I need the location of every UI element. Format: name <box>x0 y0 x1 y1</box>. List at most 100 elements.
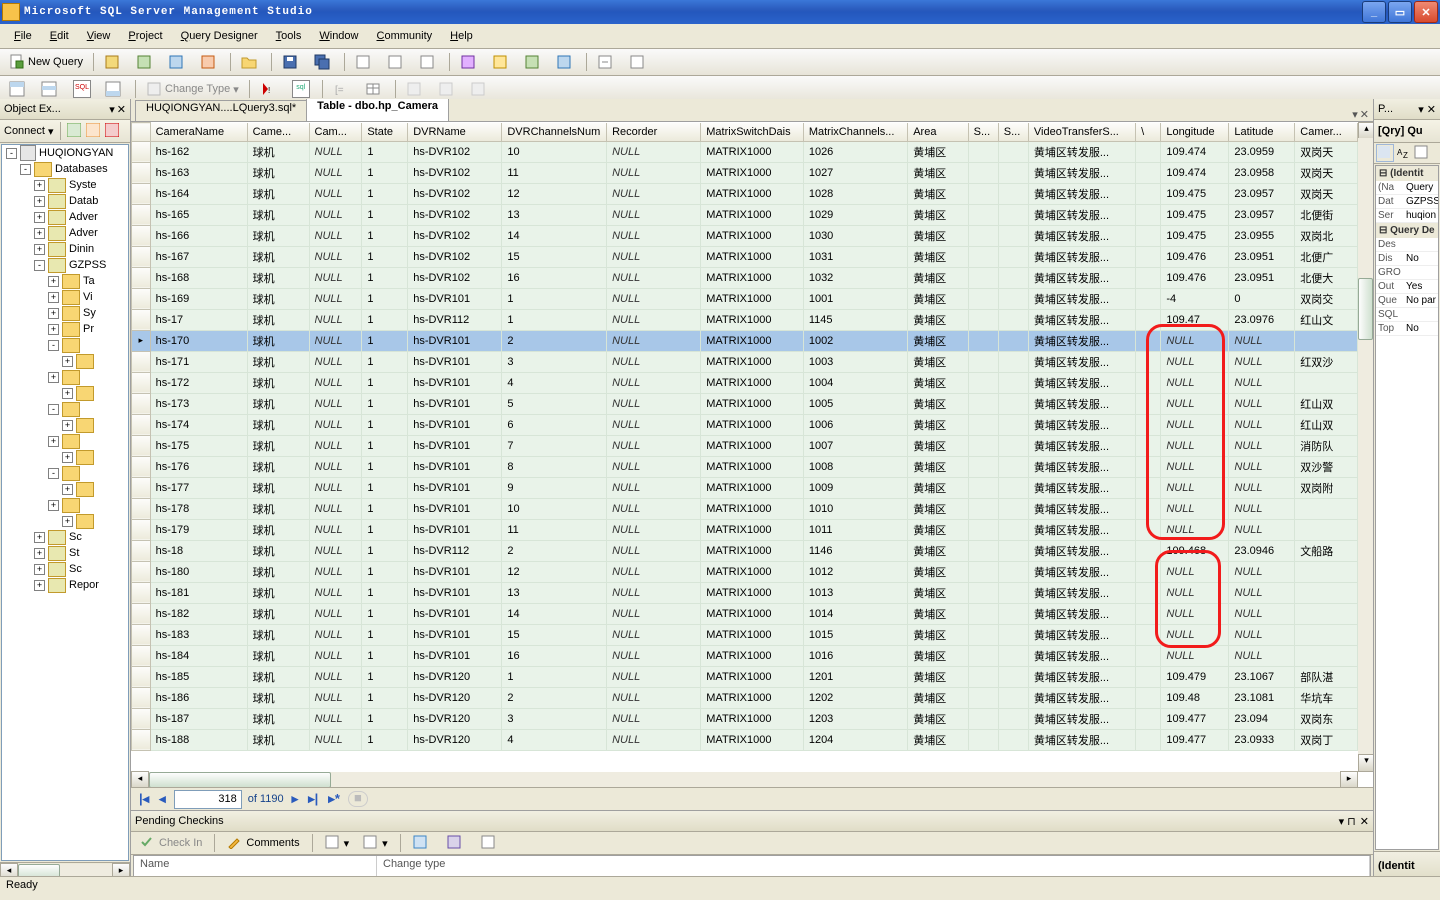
cell[interactable] <box>1136 519 1161 540</box>
expand-icon[interactable]: + <box>62 452 73 463</box>
row-header[interactable] <box>132 162 151 183</box>
cell[interactable] <box>1136 351 1161 372</box>
cell[interactable]: 2 <box>502 687 607 708</box>
tree-db-3[interactable]: +Adver <box>2 209 128 225</box>
cell[interactable]: 黄埔区 <box>908 645 968 666</box>
cell[interactable] <box>1136 561 1161 582</box>
cell[interactable]: 球机 <box>247 540 309 561</box>
cell[interactable]: hs-176 <box>150 456 247 477</box>
table-row[interactable]: hs-162球机NULL1hs-DVR10210NULLMATRIX100010… <box>132 141 1358 162</box>
table-row[interactable]: hs-183球机NULL1hs-DVR10115NULLMATRIX100010… <box>132 624 1358 645</box>
cell[interactable]: 球机 <box>247 708 309 729</box>
cell[interactable]: 球机 <box>247 456 309 477</box>
cell[interactable]: 3 <box>502 351 607 372</box>
cell[interactable]: 1 <box>362 540 408 561</box>
cell[interactable]: 消防队 <box>1295 435 1358 456</box>
cell[interactable]: hs-164 <box>150 183 247 204</box>
cell[interactable]: NULL <box>309 183 362 204</box>
cell[interactable]: 黄埔区 <box>908 519 968 540</box>
cell[interactable] <box>968 582 998 603</box>
row-header[interactable] <box>132 372 151 393</box>
cell[interactable]: 1 <box>362 414 408 435</box>
prop-category[interactable]: ⊟ Query De <box>1376 223 1438 238</box>
hscroll-thumb[interactable] <box>149 772 331 788</box>
cell[interactable] <box>998 624 1028 645</box>
table-row[interactable]: hs-169球机NULL1hs-DVR1011NULLMATRIX1000100… <box>132 288 1358 309</box>
cell[interactable] <box>1136 666 1161 687</box>
cell[interactable]: NULL <box>309 204 362 225</box>
cell[interactable]: 0 <box>1229 288 1295 309</box>
tree-databases[interactable]: -Databases <box>2 161 128 177</box>
column-header[interactable]: CameraName <box>150 123 247 142</box>
cell[interactable]: 球机 <box>247 393 309 414</box>
column-header[interactable]: S... <box>968 123 998 142</box>
cell[interactable]: hs-DVR112 <box>408 540 502 561</box>
tree-item-11[interactable]: +Sc <box>2 529 128 545</box>
cell[interactable]: 黄埔区转发服... <box>1028 246 1135 267</box>
expand-icon[interactable]: + <box>34 180 45 191</box>
table-row[interactable]: hs-177球机NULL1hs-DVR1019NULLMATRIX1000100… <box>132 477 1358 498</box>
cell[interactable] <box>968 477 998 498</box>
column-header[interactable]: Cam... <box>309 123 362 142</box>
cell[interactable]: 1 <box>362 162 408 183</box>
cell[interactable]: hs-DVR102 <box>408 183 502 204</box>
cell[interactable] <box>968 141 998 162</box>
cell[interactable]: NULL <box>309 645 362 666</box>
cell[interactable]: 1 <box>362 729 408 750</box>
cell[interactable]: NULL <box>607 372 701 393</box>
tb-btn-f[interactable] <box>519 50 549 74</box>
cell[interactable]: NULL <box>607 624 701 645</box>
cell[interactable] <box>968 687 998 708</box>
maximize-button[interactable]: ▭ <box>1388 1 1412 23</box>
cell[interactable]: 黄埔区 <box>908 540 968 561</box>
tab-close-icon[interactable]: ✕ <box>1360 108 1369 121</box>
cell[interactable]: NULL <box>1229 603 1295 624</box>
document-tab[interactable]: HUQIONGYAN....LQuery3.sql* <box>135 100 307 121</box>
cell[interactable]: NULL <box>607 141 701 162</box>
prop-row[interactable]: DisNo <box>1376 252 1438 266</box>
cell[interactable] <box>998 519 1028 540</box>
cell[interactable]: hs-180 <box>150 561 247 582</box>
cell[interactable]: 黄埔区转发服... <box>1028 351 1135 372</box>
row-header[interactable] <box>132 225 151 246</box>
row-header[interactable] <box>132 456 151 477</box>
cell[interactable] <box>1136 372 1161 393</box>
cell[interactable]: 2 <box>502 330 607 351</box>
column-header[interactable]: MatrixChannels... <box>803 123 907 142</box>
cell[interactable]: NULL <box>309 162 362 183</box>
vscroll-thumb[interactable] <box>1358 278 1373 340</box>
pin-icon[interactable]: ▾ <box>109 103 115 116</box>
row-header[interactable] <box>132 351 151 372</box>
cell[interactable]: 23.0957 <box>1229 204 1295 225</box>
expand-icon[interactable]: + <box>62 356 73 367</box>
close-panel-icon[interactable]: ✕ <box>117 103 126 116</box>
check-in-button[interactable]: Check In <box>135 831 207 855</box>
cell[interactable]: 1015 <box>803 624 907 645</box>
cell[interactable]: 黄埔区转发服... <box>1028 729 1135 750</box>
cell[interactable]: 黄埔区 <box>908 603 968 624</box>
cell[interactable]: NULL <box>607 309 701 330</box>
table-row[interactable]: hs-179球机NULL1hs-DVR10111NULLMATRIX100010… <box>132 519 1358 540</box>
table-row[interactable]: hs-167球机NULL1hs-DVR10215NULLMATRIX100010… <box>132 246 1358 267</box>
cell[interactable]: NULL <box>607 540 701 561</box>
row-header[interactable] <box>132 540 151 561</box>
cell[interactable] <box>998 267 1028 288</box>
prop-row[interactable]: DatGZPSS <box>1376 195 1438 209</box>
cell[interactable]: 黄埔区 <box>908 288 968 309</box>
cell[interactable]: hs-DVR101 <box>408 372 502 393</box>
row-header[interactable] <box>132 246 151 267</box>
cell[interactable]: MATRIX1000 <box>701 162 804 183</box>
cell[interactable] <box>998 582 1028 603</box>
cell[interactable]: 1016 <box>803 645 907 666</box>
cell[interactable]: 黄埔区转发服... <box>1028 288 1135 309</box>
cell[interactable]: 黄埔区转发服... <box>1028 204 1135 225</box>
cell[interactable] <box>998 456 1028 477</box>
cell[interactable]: 109.47 <box>1161 309 1229 330</box>
tree-sub-5[interactable]: + <box>2 497 128 513</box>
cell[interactable]: 黄埔区 <box>908 330 968 351</box>
cell[interactable]: 10 <box>502 498 607 519</box>
cell[interactable]: NULL <box>1161 351 1229 372</box>
cell[interactable]: NULL <box>1161 498 1229 519</box>
cell[interactable] <box>998 309 1028 330</box>
cell[interactable]: NULL <box>1161 519 1229 540</box>
